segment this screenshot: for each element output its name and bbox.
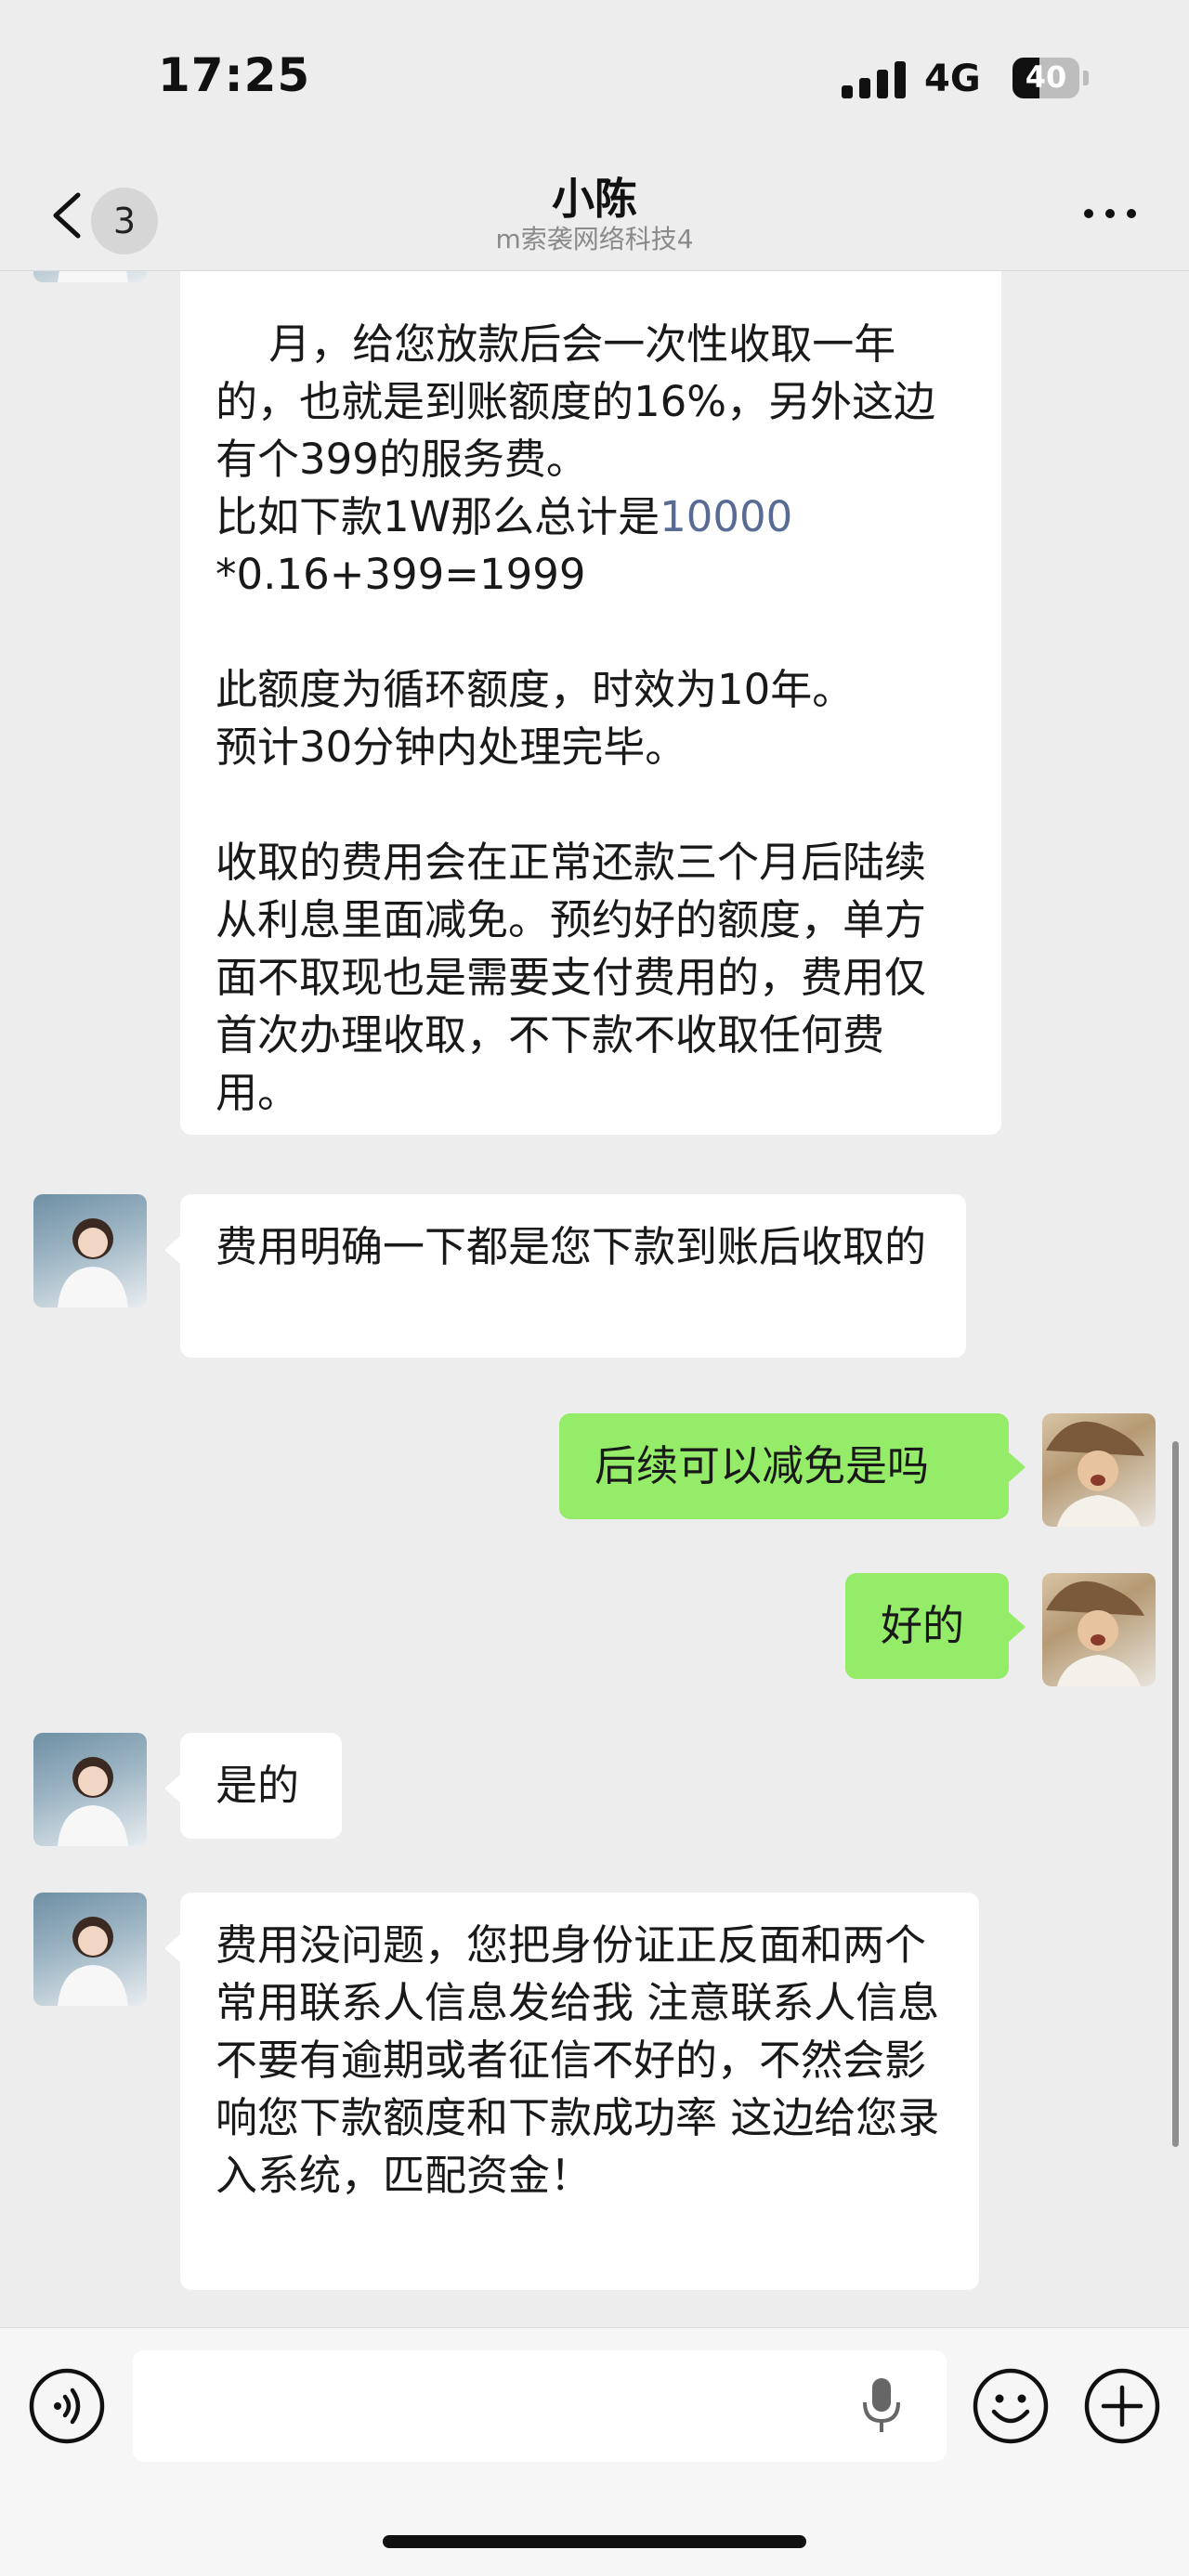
- bubble-tail: [164, 1933, 181, 1963]
- chat-title: 小陈: [552, 174, 637, 224]
- cellular-signal-icon: [842, 59, 907, 98]
- home-indicator[interactable]: [383, 2535, 806, 2548]
- contact-avatar[interactable]: [33, 1893, 147, 2006]
- message-bubble-contact[interactable]: 费用没问题，您把身份证正反面和两个常用联系人信息发给我 注意联系人信息不要有逾期…: [180, 1893, 979, 2290]
- message-bubble-me[interactable]: 好的: [845, 1573, 1009, 1679]
- message-text: 月，给您放款后会一次性收取一年的，也就是到账额度的16%，另外这边有个399的服…: [216, 319, 936, 541]
- chat-header: 3 小陈 m索袭网络科技4: [0, 158, 1189, 271]
- message-bubble-me[interactable]: 后续可以减免是吗: [559, 1413, 1009, 1519]
- my-avatar[interactable]: [1042, 1413, 1156, 1527]
- bubble-tail: [164, 1774, 181, 1803]
- microphone-icon[interactable]: [860, 2376, 903, 2436]
- message-text: *0.16+399=1999 此额度为循环额度，时效为10年。 预计30分钟内处…: [216, 550, 927, 1117]
- bubble-tail: [1009, 1452, 1026, 1482]
- status-bar: 17:25 4G 40: [0, 0, 1189, 158]
- more-options-icon[interactable]: [1078, 195, 1143, 232]
- my-avatar[interactable]: [1042, 1573, 1156, 1686]
- battery-level: 40: [1025, 59, 1067, 95]
- bubble-tail: [164, 1235, 181, 1265]
- contact-avatar[interactable]: [33, 271, 147, 282]
- emoji-icon[interactable]: [972, 2367, 1050, 2445]
- chat-subtitle: m索袭网络科技4: [495, 224, 694, 254]
- message-bubble-contact[interactable]: 费用明确一下都是您下款到账后收取的: [180, 1194, 966, 1358]
- bubble-tail: [1009, 1612, 1026, 1642]
- message-input[interactable]: [133, 2350, 947, 2462]
- add-more-icon[interactable]: [1083, 2367, 1161, 2445]
- voice-input-icon[interactable]: [28, 2367, 106, 2445]
- battery-icon: 40: [1013, 58, 1079, 98]
- message-bubble-contact[interactable]: 月，给您放款后会一次性收取一年的，也就是到账额度的16%，另外这边有个399的服…: [180, 271, 1001, 1135]
- network-type: 4G: [924, 58, 981, 100]
- message-list[interactable]: 月，给您放款后会一次性收取一年的，也就是到账额度的16%，另外这边有个399的服…: [0, 271, 1189, 2327]
- message-link[interactable]: 10000: [660, 492, 792, 541]
- contact-avatar[interactable]: [33, 1194, 147, 1308]
- battery-cap: [1083, 71, 1089, 85]
- message-bubble-contact[interactable]: 是的: [180, 1733, 342, 1839]
- status-time: 17:25: [158, 48, 311, 102]
- scrollbar[interactable]: [1172, 1441, 1179, 2147]
- contact-avatar[interactable]: [33, 1733, 147, 1846]
